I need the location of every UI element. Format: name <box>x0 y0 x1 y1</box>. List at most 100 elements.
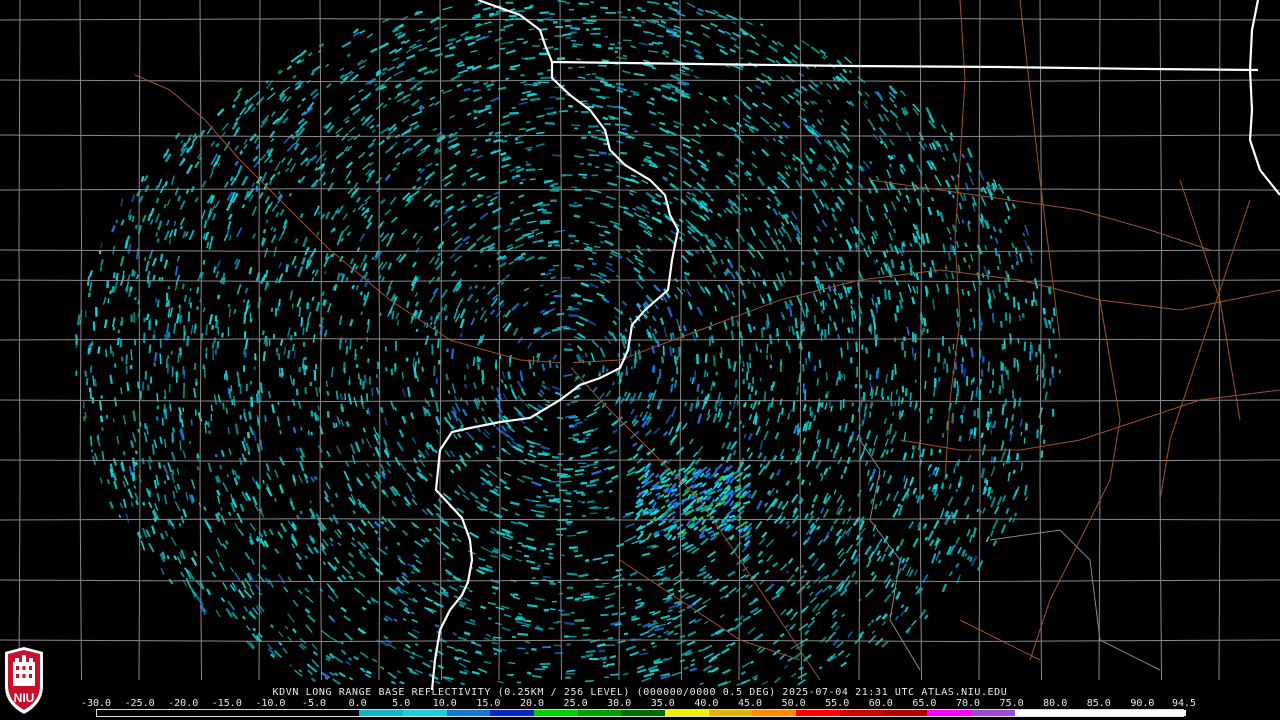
echo-mark <box>179 440 182 451</box>
echo-mark <box>530 480 543 487</box>
echo-mark <box>890 561 894 566</box>
echo-mark <box>262 351 266 362</box>
echo-mark <box>277 531 284 539</box>
echo-mark <box>537 564 542 568</box>
echo-mark <box>328 652 336 659</box>
echo-mark <box>951 412 955 424</box>
echo-mark <box>576 530 588 534</box>
echo-mark <box>384 208 392 216</box>
echo-mark <box>902 166 907 172</box>
echo-mark <box>412 124 420 131</box>
echo-mark <box>361 206 366 211</box>
echo-mark <box>760 116 770 125</box>
echo-mark <box>990 424 994 429</box>
echo-mark <box>270 137 275 143</box>
echo-mark <box>474 1 482 7</box>
echo-mark <box>785 340 789 347</box>
echo-mark <box>450 73 461 81</box>
echo-mark <box>411 651 416 655</box>
echo-mark <box>622 672 629 676</box>
echo-mark <box>788 299 794 307</box>
echo-mark <box>827 99 832 105</box>
echo-mark <box>705 245 713 254</box>
echo-mark <box>869 323 873 335</box>
echo-mark <box>647 633 656 638</box>
echo-mark <box>884 438 889 447</box>
echo-mark <box>365 670 372 675</box>
echo-mark <box>476 234 485 242</box>
echo-mark <box>274 161 281 172</box>
echo-mark <box>836 494 843 503</box>
echo-mark <box>746 526 753 533</box>
echo-mark <box>376 432 381 440</box>
echo-mark <box>1023 341 1026 352</box>
echo-mark <box>180 225 184 230</box>
echo-mark <box>475 23 481 26</box>
echo-mark <box>153 479 158 489</box>
echo-mark <box>505 49 516 55</box>
echo-mark <box>597 489 604 494</box>
echo-mark <box>802 539 808 546</box>
echo-mark <box>865 430 872 440</box>
echo-mark <box>990 529 994 537</box>
echo-mark <box>335 151 345 160</box>
echo-mark <box>808 482 812 486</box>
echo-mark <box>625 523 635 528</box>
echo-mark <box>948 346 951 354</box>
echo-mark <box>356 478 364 487</box>
echo-mark <box>733 621 743 631</box>
echo-mark <box>970 253 974 262</box>
echo-mark <box>671 406 677 417</box>
echo-mark <box>792 530 798 538</box>
echo-mark <box>573 292 579 297</box>
echo-mark <box>304 555 308 559</box>
echo-mark <box>277 190 281 195</box>
echo-mark <box>710 118 718 125</box>
echo-mark <box>509 64 521 69</box>
echo-mark <box>470 641 482 647</box>
echo-mark <box>173 228 177 237</box>
echo-mark <box>901 563 907 571</box>
echo-mark <box>483 660 492 665</box>
echo-mark <box>455 463 462 470</box>
echo-mark <box>264 269 269 278</box>
echo-mark <box>838 370 841 381</box>
echo-mark <box>604 83 612 87</box>
echo-mark <box>159 253 164 262</box>
echo-mark <box>989 235 993 240</box>
echo-mark <box>289 334 293 341</box>
echo-mark <box>547 240 559 244</box>
echo-mark <box>818 198 825 208</box>
echo-mark <box>949 132 954 137</box>
echo-mark <box>810 46 821 55</box>
echo-mark <box>930 196 935 202</box>
echo-mark <box>503 383 508 390</box>
echo-mark <box>359 261 364 268</box>
echo-mark <box>552 186 562 190</box>
echo-mark <box>278 641 283 646</box>
echo-mark <box>892 508 899 518</box>
echo-mark <box>564 621 575 626</box>
echo-mark <box>593 245 601 249</box>
echo-mark <box>323 333 327 338</box>
echo-mark <box>1007 215 1011 220</box>
echo-mark <box>996 495 1003 506</box>
echo-mark <box>703 369 707 378</box>
echo-mark <box>884 263 888 270</box>
echo-mark <box>517 395 525 403</box>
echo-mark <box>739 420 742 425</box>
echo-mark <box>659 121 666 126</box>
echo-mark <box>636 6 642 11</box>
echo-mark <box>819 49 827 55</box>
echo-mark <box>669 149 680 157</box>
echo-mark <box>780 358 783 366</box>
echo-mark <box>357 526 366 535</box>
echo-mark <box>647 1 657 4</box>
echo-mark <box>227 600 236 611</box>
echo-mark <box>287 576 292 582</box>
echo-mark <box>832 638 840 647</box>
echo-mark <box>791 210 798 220</box>
echo-mark <box>590 189 602 194</box>
echo-mark <box>502 323 507 329</box>
echo-mark <box>347 552 354 558</box>
